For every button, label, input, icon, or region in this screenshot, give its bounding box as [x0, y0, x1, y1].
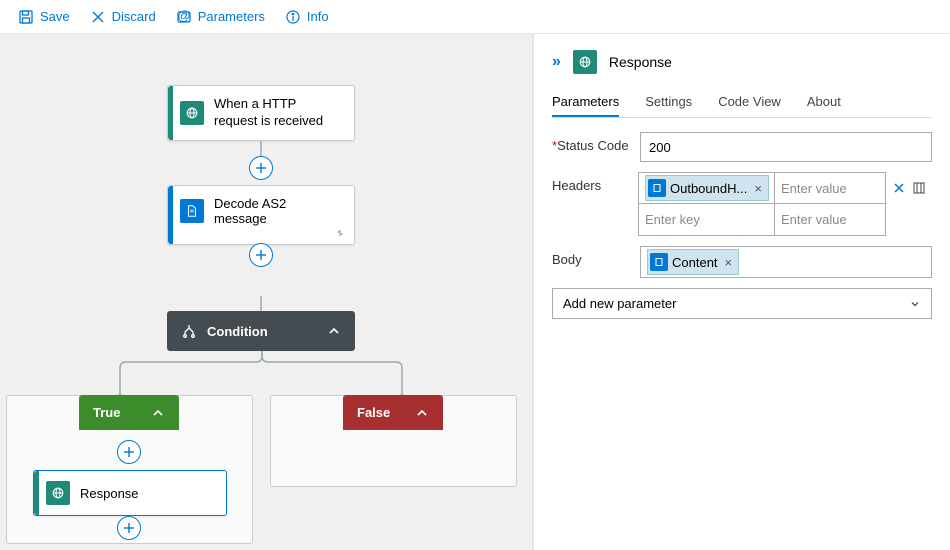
add-parameter-dropdown[interactable]: Add new parameter	[552, 288, 932, 319]
chevron-down-icon	[909, 298, 921, 310]
false-header[interactable]: False	[343, 395, 443, 430]
condition-label: Condition	[207, 324, 317, 339]
document-icon	[648, 179, 666, 197]
toolbar: Save Discard @ Parameters Info	[0, 0, 950, 34]
add-step-button[interactable]	[117, 440, 141, 464]
http-icon	[573, 50, 597, 74]
add-step-button[interactable]	[249, 243, 273, 267]
designer-canvas[interactable]: When a HTTP request is received Decode A…	[0, 34, 534, 550]
body-input[interactable]: Content ×	[640, 246, 932, 278]
tab-parameters[interactable]: Parameters	[552, 88, 619, 117]
parameters-button[interactable]: @ Parameters	[166, 5, 275, 29]
response-label: Response	[80, 486, 139, 501]
document-icon	[180, 199, 204, 223]
true-label: True	[93, 405, 120, 420]
header-value-input[interactable]: Enter value	[774, 204, 886, 236]
tab-codeview[interactable]: Code View	[718, 88, 781, 117]
tab-about[interactable]: About	[807, 88, 841, 117]
edit-token-icon[interactable]	[912, 181, 926, 195]
chip-remove-icon[interactable]: ×	[751, 181, 762, 196]
main: When a HTTP request is received Decode A…	[0, 34, 950, 550]
info-button[interactable]: Info	[275, 5, 339, 29]
info-icon	[285, 9, 301, 25]
tab-settings[interactable]: Settings	[645, 88, 692, 117]
headers-label: Headers	[552, 172, 638, 193]
discard-icon	[90, 9, 106, 25]
link-icon	[334, 227, 346, 239]
decode-node[interactable]: Decode AS2 message	[167, 185, 355, 245]
panel-tabs: Parameters Settings Code View About	[552, 88, 932, 118]
body-label: Body	[552, 246, 640, 267]
http-icon	[180, 101, 204, 125]
header-key-input[interactable]: Enter key	[638, 204, 774, 236]
header-chip[interactable]: OutboundH... ×	[645, 175, 769, 201]
details-panel: » Response Parameters Settings Code View…	[534, 34, 950, 550]
parameters-label: Parameters	[198, 9, 265, 24]
info-label: Info	[307, 9, 329, 24]
condition-node[interactable]: Condition	[167, 311, 355, 351]
decode-label: Decode AS2 message	[214, 196, 342, 226]
header-value-cell[interactable]: Enter value	[774, 172, 886, 204]
collapse-panel-button[interactable]: »	[552, 53, 561, 71]
trigger-node[interactable]: When a HTTP request is received	[167, 85, 355, 141]
parameters-icon: @	[176, 9, 192, 25]
true-branch: True Response	[6, 395, 253, 544]
http-icon	[46, 481, 70, 505]
chevron-up-icon	[151, 406, 165, 420]
add-step-button[interactable]	[249, 156, 273, 180]
false-branch: False	[270, 395, 517, 487]
discard-button[interactable]: Discard	[80, 5, 166, 29]
save-icon	[18, 9, 34, 25]
document-icon	[650, 253, 668, 271]
svg-text:@: @	[177, 9, 190, 23]
body-chip[interactable]: Content ×	[647, 249, 739, 275]
add-step-button[interactable]	[117, 516, 141, 540]
discard-label: Discard	[112, 9, 156, 24]
condition-icon	[181, 323, 197, 339]
save-label: Save	[40, 9, 70, 24]
false-label: False	[357, 405, 390, 420]
status-code-input[interactable]	[640, 132, 932, 162]
save-button[interactable]: Save	[8, 5, 80, 29]
chevron-up-icon	[327, 324, 341, 338]
status-code-label: *Status Code	[552, 132, 640, 153]
header-key-cell[interactable]: OutboundH... ×	[638, 172, 774, 204]
chip-remove-icon[interactable]: ×	[722, 255, 733, 270]
response-node[interactable]: Response	[33, 470, 227, 516]
panel-title: Response	[609, 54, 672, 70]
true-header[interactable]: True	[79, 395, 179, 430]
remove-header-icon[interactable]	[892, 181, 906, 195]
chevron-up-icon	[415, 406, 429, 420]
trigger-label: When a HTTP request is received	[214, 96, 342, 130]
